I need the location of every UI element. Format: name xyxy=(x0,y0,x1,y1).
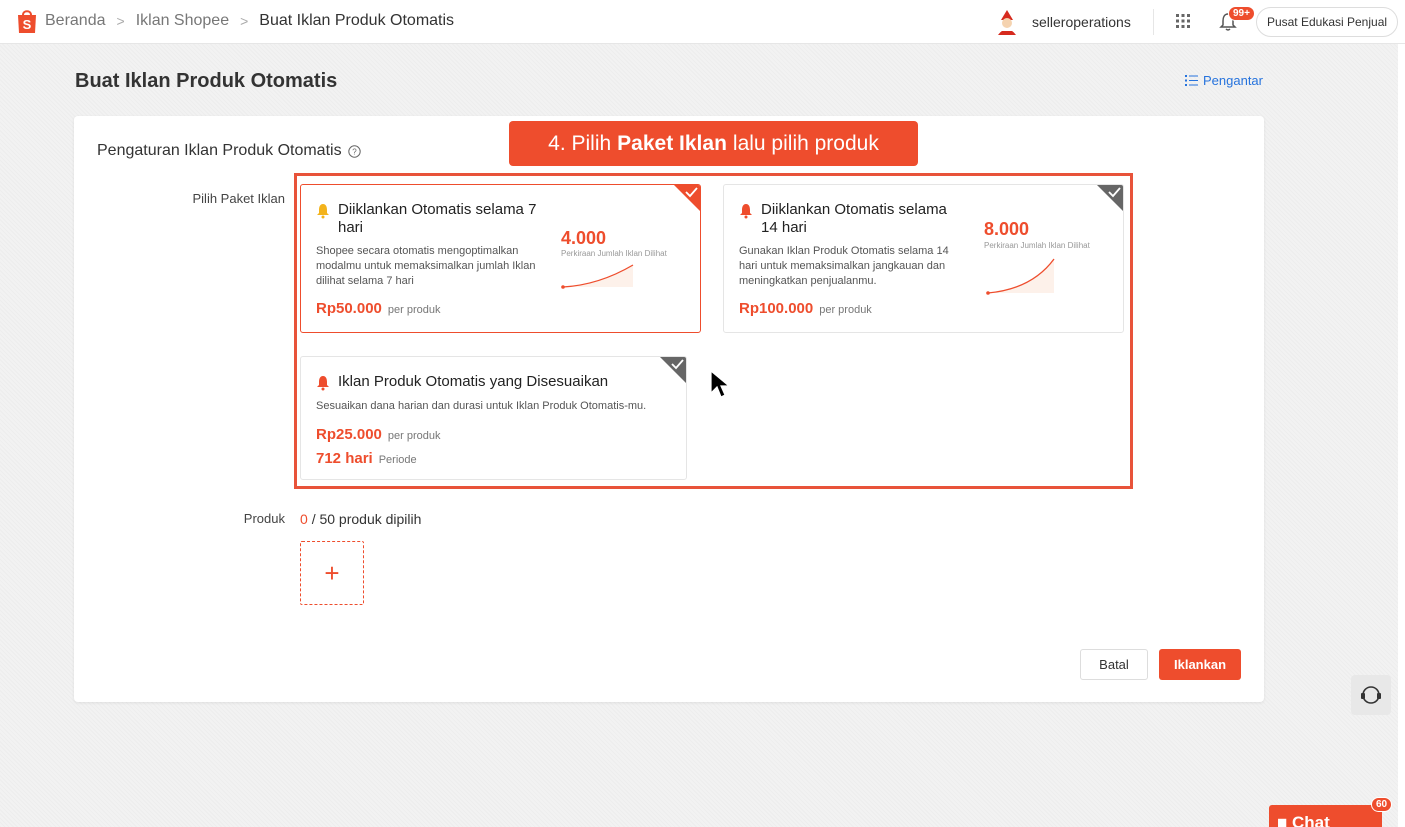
support-button[interactable] xyxy=(1351,675,1391,715)
breadcrumb: Beranda > Iklan Shopee > Buat Iklan Prod… xyxy=(45,12,454,30)
username: selleroperations xyxy=(1032,14,1131,30)
add-product-button[interactable]: + xyxy=(300,541,364,605)
cancel-button[interactable]: Batal xyxy=(1080,649,1148,680)
package-label: Pilih Paket Iklan xyxy=(192,191,286,206)
product-count-total: / 50 produk dipilih xyxy=(311,511,422,527)
svg-text:?: ? xyxy=(352,147,357,156)
help-icon[interactable]: ? xyxy=(347,144,361,158)
user-menu[interactable]: selleroperations xyxy=(994,8,1131,36)
page-edge xyxy=(1398,44,1405,827)
chat-button[interactable]: ■ Chat xyxy=(1269,805,1382,827)
breadcrumb-home[interactable]: Beranda xyxy=(45,12,106,30)
top-bar: S Beranda > Iklan Shopee > Buat Iklan Pr… xyxy=(0,0,1405,44)
page-title: Buat Iklan Produk Otomatis xyxy=(75,70,338,92)
intro-link[interactable]: Pengantar xyxy=(1185,73,1263,88)
product-label: Produk xyxy=(243,511,285,526)
tooltip-bold: Paket Iklan xyxy=(617,131,727,155)
mouse-cursor-icon xyxy=(710,369,731,398)
breadcrumb-current: Buat Iklan Produk Otomatis xyxy=(259,12,455,29)
submit-ad-button[interactable]: Iklankan xyxy=(1159,649,1241,680)
apps-grid-icon[interactable] xyxy=(1175,13,1191,29)
notification-badge: 99+ xyxy=(1228,6,1255,21)
chevron-right-icon: > xyxy=(116,13,125,29)
chat-icon: ■ xyxy=(1277,813,1292,827)
section-title-text: Pengaturan Iklan Produk Otomatis xyxy=(97,142,342,159)
tutorial-highlight-frame xyxy=(294,173,1133,489)
intro-link-label: Pengantar xyxy=(1203,73,1263,88)
product-count: 0 / 50 produk dipilih xyxy=(300,511,421,527)
breadcrumb-shopee-ads[interactable]: Iklan Shopee xyxy=(136,12,229,30)
section-title: Pengaturan Iklan Produk Otomatis ? xyxy=(97,142,361,160)
shopee-logo-icon[interactable]: S xyxy=(15,8,39,35)
list-icon xyxy=(1185,75,1198,86)
chat-label: Chat xyxy=(1292,813,1330,827)
avatar xyxy=(998,10,1016,35)
seller-education-button[interactable]: Pusat Edukasi Penjual xyxy=(1256,7,1398,37)
tooltip-prefix: 4. Pilih xyxy=(548,131,612,155)
tutorial-tooltip: 4. Pilih Paket Iklan lalu pilih produk xyxy=(509,121,918,166)
svg-text:S: S xyxy=(23,17,32,32)
divider xyxy=(1153,9,1154,35)
headset-icon xyxy=(1361,686,1381,704)
chat-badge: 60 xyxy=(1371,797,1393,812)
tooltip-suffix: lalu pilih produk xyxy=(732,131,879,155)
chevron-right-icon: > xyxy=(240,13,249,29)
product-count-selected: 0 xyxy=(300,511,308,527)
